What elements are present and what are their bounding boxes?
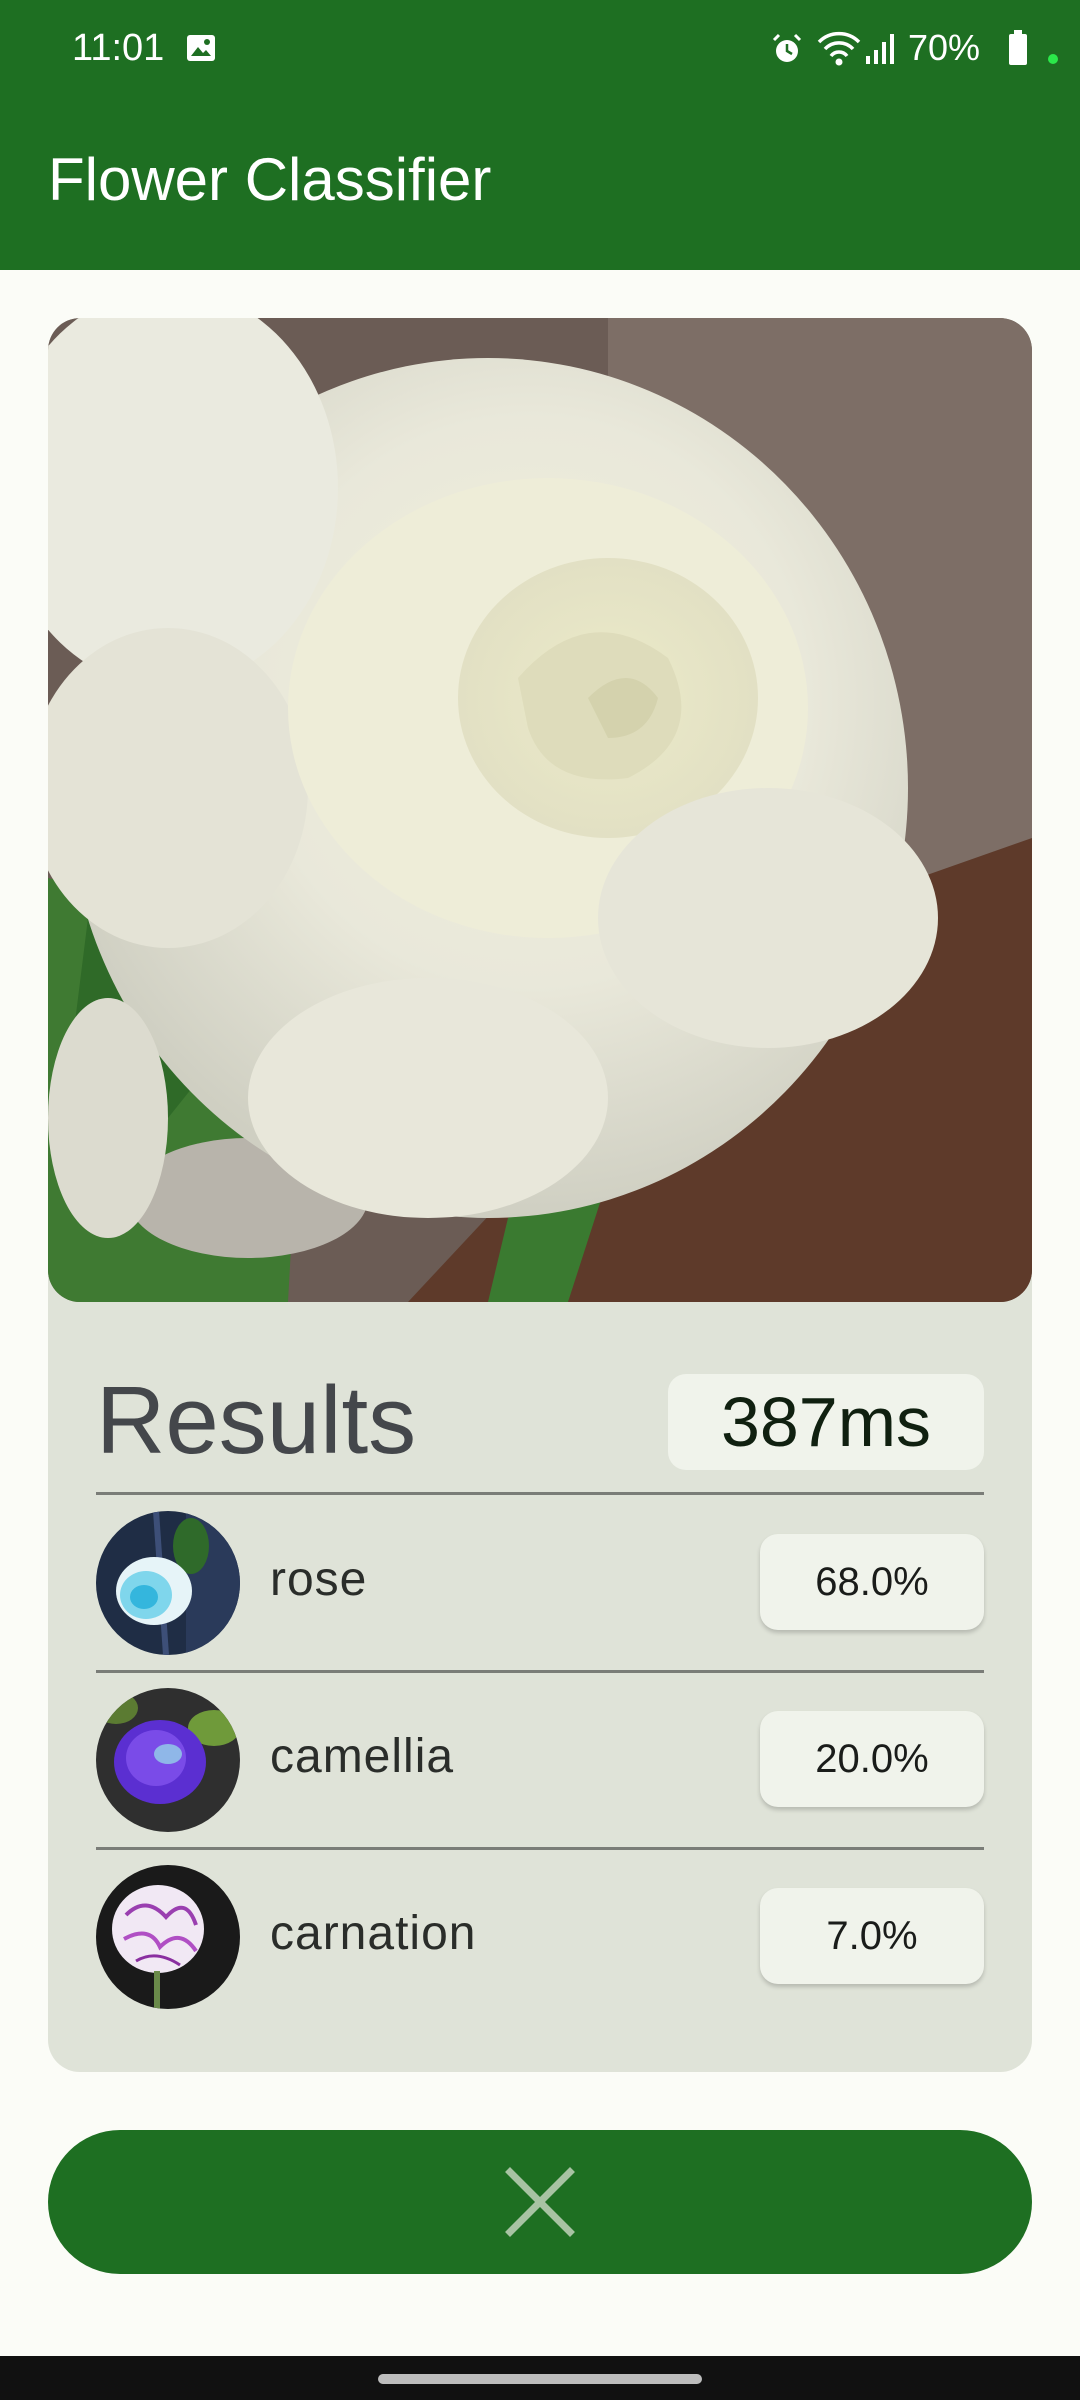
battery-percent: 70% — [908, 27, 981, 68]
close-icon — [494, 2156, 586, 2248]
result-label: camellia — [270, 1730, 455, 1783]
result-label: rose — [270, 1553, 368, 1606]
privacy-indicator-dot — [1048, 54, 1058, 64]
camellia-thumbnail-icon — [96, 1688, 240, 1832]
signal-icon — [864, 32, 896, 66]
result-score-chip: 7.0% — [760, 1888, 984, 1984]
divider — [96, 1492, 984, 1495]
carnation-thumbnail-icon — [96, 1865, 240, 2009]
result-row-camellia: camellia 20.0% — [96, 1673, 984, 1847]
result-card: Results 387ms rose 68.0% camellia 20.0% … — [48, 318, 1032, 2072]
result-score-chip: 68.0% — [760, 1534, 984, 1630]
captured-flower-photo — [48, 318, 1032, 1302]
close-button[interactable] — [48, 2130, 1032, 2274]
status-icons: 70% — [740, 0, 1080, 96]
battery-icon — [1008, 30, 1028, 66]
result-row-carnation: carnation 7.0% — [96, 1850, 984, 2024]
result-row-rose: rose 68.0% — [96, 1496, 984, 1670]
app-title: Flower Classifier — [48, 146, 492, 213]
wifi-icon — [816, 28, 862, 68]
inference-time-chip: 387ms — [668, 1374, 984, 1470]
app-bar: Flower Classifier — [0, 96, 1080, 270]
result-label: carnation — [270, 1907, 477, 1960]
result-score-chip: 20.0% — [760, 1711, 984, 1807]
rose-thumbnail-icon — [96, 1511, 240, 1655]
status-time: 11:01 — [72, 27, 165, 69]
gallery-notification-icon — [186, 34, 216, 62]
status-bar: 11:01 70% — [0, 0, 1080, 96]
system-navigation-bar — [0, 2356, 1080, 2400]
alarm-icon — [770, 32, 804, 66]
results-heading: Results — [96, 1367, 417, 1474]
home-gesture-handle[interactable] — [378, 2374, 702, 2384]
